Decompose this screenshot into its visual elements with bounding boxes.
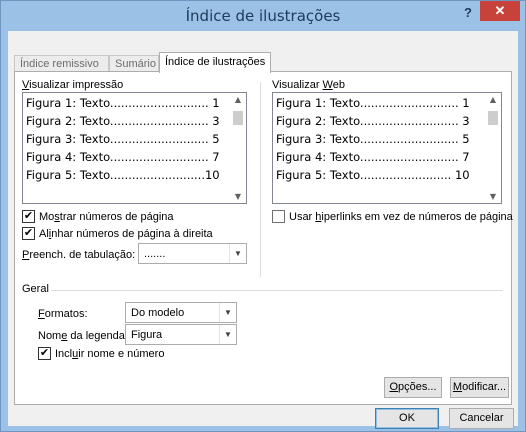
preview-line: Figura 2: Texto.........................…: [26, 114, 220, 128]
chevron-down-icon[interactable]: ▼: [229, 244, 246, 263]
preview-line: Figura 1: Texto.........................…: [26, 96, 220, 110]
web-preview-label: Visualizar Web: [272, 79, 345, 91]
tab-toc[interactable]: Sumário: [109, 55, 159, 72]
use-hyperlinks-checkbox[interactable]: [272, 210, 285, 223]
scroll-down-icon[interactable]: ▼: [230, 192, 246, 201]
help-button[interactable]: ?: [456, 3, 480, 23]
preview-line: Figura 1: Texto.........................…: [276, 96, 470, 110]
scroll-down-icon[interactable]: ▼: [485, 192, 501, 201]
caption-label-value: Figura: [131, 329, 163, 341]
show-page-numbers-label: Mostrar números de página: [39, 211, 174, 223]
scroll-up-icon[interactable]: ▲: [230, 95, 246, 104]
include-label-label: Incluir nome e número: [55, 348, 165, 360]
scroll-thumb[interactable]: [233, 111, 243, 125]
cancel-button[interactable]: Cancelar: [449, 408, 514, 429]
formats-value: Do modelo: [131, 307, 185, 319]
tab-table-of-figures[interactable]: Índice de ilustrações: [159, 52, 271, 73]
preview-line: Figura 4: Texto.........................…: [26, 150, 220, 164]
column-divider: [260, 82, 261, 277]
tab-leader-label: Preench. de tabulação:: [22, 249, 136, 261]
dialog-client: Índice remissivo Sumário Índice de ilust…: [8, 31, 518, 429]
right-align-checkbox[interactable]: ✔: [22, 227, 35, 240]
print-preview-box[interactable]: Figura 1: Texto.........................…: [22, 92, 247, 204]
print-preview-scrollbar[interactable]: ▲ ▼: [230, 93, 246, 203]
preview-line: Figura 2: Texto.........................…: [276, 114, 470, 128]
preview-line: Figura 3: Texto.........................…: [276, 132, 470, 146]
tab-panel: Visualizar impressão Figura 1: Texto....…: [14, 71, 513, 405]
show-page-numbers-checkbox[interactable]: ✔: [22, 210, 35, 223]
use-hyperlinks-label: Usar hiperlinks em vez de números de pág…: [289, 211, 513, 223]
caption-label-select[interactable]: Figura ▼: [125, 324, 237, 345]
scroll-up-icon[interactable]: ▲: [485, 95, 501, 104]
scroll-thumb[interactable]: [488, 111, 498, 125]
preview-line: Figura 3: Texto.........................…: [26, 132, 220, 146]
options-button[interactable]: Opções...: [384, 377, 442, 398]
preview-line: Figura 5: Texto.........................…: [26, 168, 220, 182]
caption-label-label: Nome da legenda:: [38, 330, 128, 342]
ok-button[interactable]: OK: [375, 408, 439, 429]
general-divider: [51, 290, 503, 291]
formats-select[interactable]: Do modelo ▼: [125, 302, 237, 323]
include-label-checkbox[interactable]: ✔: [38, 347, 51, 360]
dialog-title: Índice de ilustrações: [185, 7, 341, 25]
preview-line: Figura 5: Texto.........................…: [276, 168, 470, 182]
right-align-label: Alinhar números de página à direita: [39, 228, 213, 240]
modify-button[interactable]: Modificar...: [450, 377, 509, 398]
dialog-window: Índice de ilustrações ? ✕ Índice remissi…: [0, 0, 526, 432]
print-preview-label: Visualizar impressão: [22, 79, 124, 91]
preview-line: Figura 4: Texto.........................…: [276, 150, 470, 164]
close-button[interactable]: ✕: [480, 1, 520, 21]
chevron-down-icon[interactable]: ▼: [219, 325, 236, 344]
tab-leader-select[interactable]: ....... ▼: [138, 243, 247, 264]
web-preview-box[interactable]: Figura 1: Texto.........................…: [272, 92, 502, 204]
web-preview-scrollbar[interactable]: ▲ ▼: [485, 93, 501, 203]
close-icon: ✕: [494, 3, 506, 18]
tab-leader-value: .......: [144, 248, 166, 260]
formats-label: Formatos:: [38, 308, 88, 320]
tab-index[interactable]: Índice remissivo: [14, 55, 109, 72]
general-heading: Geral: [22, 283, 49, 295]
chevron-down-icon[interactable]: ▼: [219, 303, 236, 322]
title-bar[interactable]: Índice de ilustrações ? ✕: [1, 1, 525, 31]
